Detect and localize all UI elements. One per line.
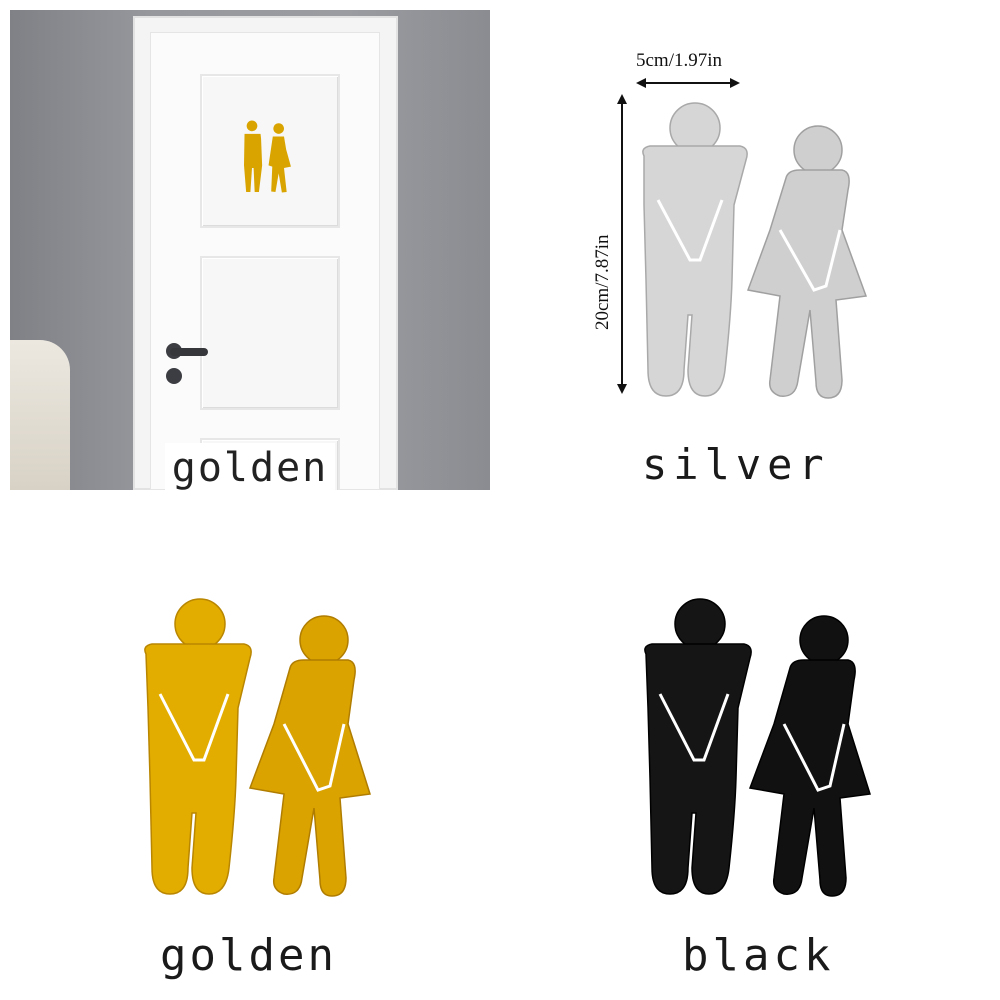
silver-caption: silver bbox=[642, 440, 830, 489]
golden-man-figure bbox=[144, 598, 252, 895]
golden-caption: golden bbox=[160, 930, 337, 981]
golden-figures bbox=[144, 598, 371, 897]
black-caption: black bbox=[682, 930, 835, 981]
golden-woman-figure bbox=[248, 615, 371, 897]
width-dimension-label: 5cm/1.97in bbox=[636, 50, 723, 71]
black-woman-figure bbox=[748, 615, 871, 897]
black-figures bbox=[644, 598, 871, 897]
height-dimension-label: 20cm/7.87in bbox=[592, 234, 613, 330]
black-man-figure bbox=[644, 598, 752, 895]
